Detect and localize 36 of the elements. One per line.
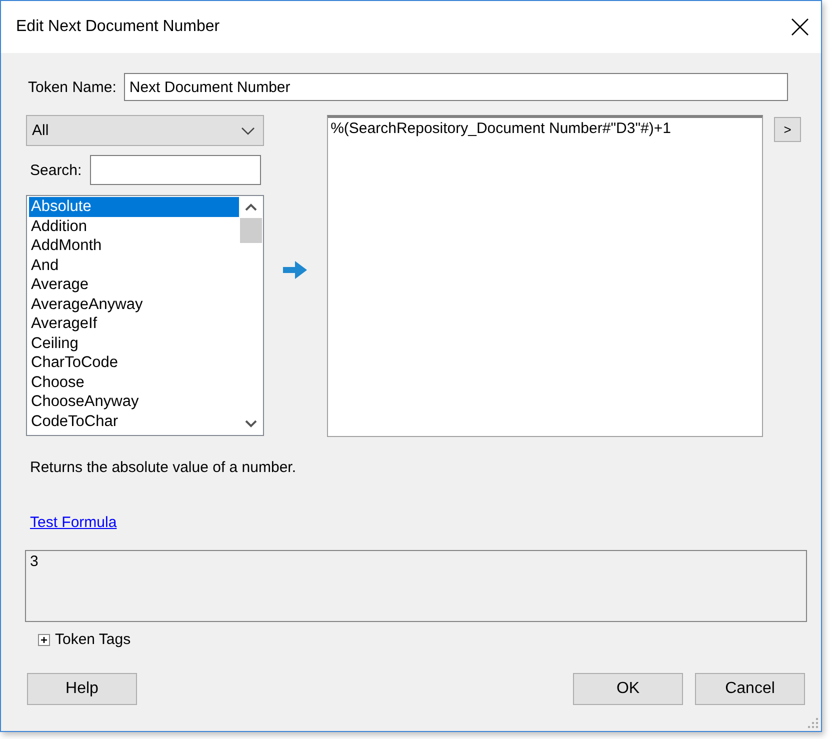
search-field[interactable] (90, 155, 261, 185)
formula-field[interactable]: %(SearchRepository_Document Number#"D3"#)+1 (326, 115, 763, 437)
window-title: Edit Next Document Number (16, 18, 220, 36)
function-item[interactable]: Choose (29, 372, 239, 392)
result-field: 3 (25, 550, 807, 622)
category-dropdown[interactable]: All (26, 115, 264, 146)
help-button[interactable]: Help (27, 673, 137, 705)
ok-button[interactable]: OK (573, 673, 683, 705)
scroll-thumb[interactable] (240, 218, 262, 243)
insert-button[interactable]: > (774, 117, 801, 142)
function-item[interactable]: Average (29, 275, 239, 294)
function-item[interactable]: Addition (29, 216, 239, 236)
search-label: Search: (30, 162, 82, 178)
expand-icon[interactable] (38, 634, 50, 646)
function-item[interactable]: AddMonth (29, 236, 239, 256)
close-icon[interactable] (791, 18, 809, 36)
function-list[interactable]: Absolute Addition AddMonth And Average AverageAnyway AverageIf Ceiling CharToCode Choose ChooseAnyway CodeToChar (26, 195, 264, 436)
function-description: Returns the absolute value of a number. (30, 459, 298, 476)
function-item[interactable]: Ceiling (29, 334, 239, 353)
function-item[interactable]: AverageIf (29, 314, 239, 334)
resize-grip-icon[interactable] (807, 717, 819, 729)
function-item[interactable]: CodeToChar (29, 412, 239, 431)
function-item[interactable]: ChooseAnyway (29, 392, 239, 412)
test-formula-link[interactable]: Test Formula (30, 514, 117, 531)
function-item[interactable]: And (29, 256, 239, 275)
cancel-button[interactable]: Cancel (695, 673, 805, 705)
token-name-field[interactable]: Next Document Number (124, 73, 788, 101)
token-name-label: Token Name: (28, 78, 116, 96)
scroll-down-icon[interactable] (244, 420, 257, 428)
scroll-up-icon[interactable] (244, 203, 257, 211)
function-item[interactable]: CharToCode (29, 353, 239, 372)
chevron-down-icon (240, 126, 255, 134)
token-tags-label[interactable]: Token Tags (55, 631, 131, 648)
arrow-right-icon[interactable] (282, 260, 308, 280)
function-item[interactable]: Absolute (29, 197, 239, 216)
function-item[interactable]: AverageAnyway (29, 294, 239, 314)
